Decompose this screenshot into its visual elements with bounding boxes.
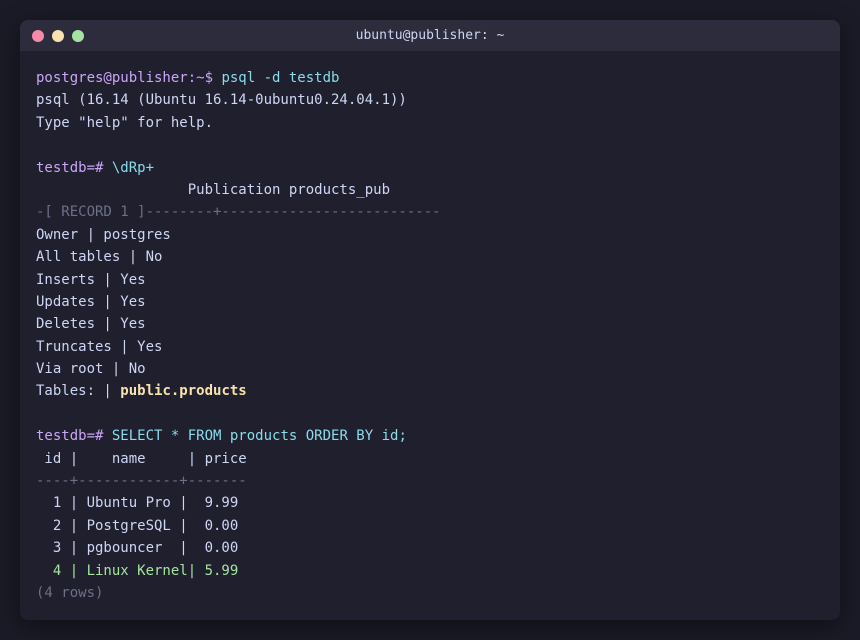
psql-help-line: Type "help" for help.	[36, 114, 214, 131]
shell-command: psql -d testdb	[213, 70, 340, 86]
tables-label: Tables: |	[36, 383, 121, 400]
record-row: Truncates | Yes	[36, 338, 163, 355]
terminal-output[interactable]: postgres@publisher:~$ psql -d testdb psq…	[36, 67, 824, 604]
window-title: ubuntu@publisher: ~	[355, 28, 505, 43]
table-row: 2 | PostgreSQL | 0.00	[36, 517, 239, 534]
record-row: Owner | postgres	[36, 226, 171, 243]
publication-header: Publication products_pub	[36, 181, 391, 198]
record-row: All tables | No	[36, 249, 163, 266]
psql-prompt: testdb=#	[36, 428, 104, 445]
psql-prompt-line: testdb=# \dRp+	[36, 157, 824, 179]
record-row: Inserts | Yes	[36, 271, 146, 288]
row-count: (4 rows)	[36, 584, 104, 601]
tables-value: public.products	[120, 383, 247, 400]
tables-row: Tables: | public.products	[36, 380, 824, 402]
record-row: Updates | Yes	[36, 293, 146, 310]
table-row-highlighted: 4 | Linux Kernel| 5.99	[36, 562, 239, 579]
record-separator: -[ RECORD 1 ]--------+------------------…	[36, 204, 441, 221]
shell-prompt-line: postgres@publisher:~$ psql -d testdb	[36, 67, 824, 89]
record-row: Via root | No	[36, 361, 146, 378]
result-header: id | name | price	[36, 450, 247, 467]
psql-command: SELECT * FROM products ORDER BY id;	[103, 428, 407, 445]
shell-prompt: postgres@publisher:~$	[36, 70, 214, 86]
result-separator: ----+------------+-------	[36, 473, 247, 490]
terminal-window: ubuntu@publisher: ~ postgres@publisher:~…	[20, 20, 840, 620]
record-row: Deletes | Yes	[36, 316, 146, 333]
title-bar[interactable]: ubuntu@publisher: ~	[20, 20, 840, 51]
psql-command: \dRp+	[103, 159, 155, 176]
table-row: 1 | Ubuntu Pro | 9.99	[36, 495, 239, 512]
psql-prompt-line: testdb=# SELECT * FROM products ORDER BY…	[36, 425, 824, 447]
psql-prompt: testdb=#	[36, 159, 104, 176]
table-row: 3 | pgbouncer | 0.00	[36, 540, 239, 557]
psql-version-line: psql (16.14 (Ubuntu 16.14-0ubuntu0.24.04…	[36, 92, 407, 109]
